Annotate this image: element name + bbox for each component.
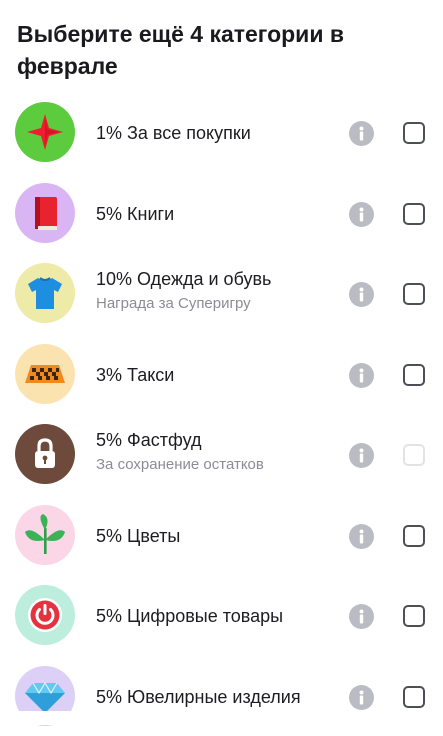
info-icon[interactable] — [349, 202, 374, 227]
info-icon[interactable] — [349, 524, 374, 549]
blue-tshirt-icon — [15, 263, 75, 323]
red-star-icon — [15, 102, 75, 162]
info-icon[interactable] — [349, 121, 374, 146]
category-checkbox[interactable] — [403, 203, 425, 225]
category-checkbox[interactable] — [403, 364, 425, 386]
list-item[interactable]: 5% Фастфуд За сохранение остатков — [0, 414, 443, 495]
category-label: 5% Цифровые товары — [96, 605, 283, 627]
list-item[interactable]: 10% Одежда и обувь Награда за Суперигру — [0, 253, 443, 334]
category-subtitle: За сохранение остатков — [96, 455, 264, 475]
lock-icon — [15, 424, 75, 484]
category-subtitle: Награда за Суперигру — [96, 294, 271, 314]
page-title: Выберите ещё 4 категории в феврале — [17, 18, 397, 82]
category-label: 10% Одежда и обувь — [96, 268, 271, 290]
plant-sprout-icon — [15, 505, 75, 565]
category-checkbox[interactable] — [403, 686, 425, 708]
category-label: 5% Фастфуд — [96, 429, 264, 451]
category-checkbox[interactable] — [403, 605, 425, 627]
bottom-edge — [0, 711, 443, 725]
taxi-sign-icon — [15, 344, 75, 404]
category-label: 5% Книги — [96, 203, 174, 225]
info-icon[interactable] — [349, 685, 374, 710]
category-checkbox[interactable] — [403, 444, 425, 466]
category-list: 1% За все покупки 5% Книги — [0, 92, 443, 736]
category-label: 5% Ювелирные изделия — [96, 686, 301, 708]
info-icon[interactable] — [349, 363, 374, 388]
category-checkbox[interactable] — [403, 122, 425, 144]
info-icon[interactable] — [349, 604, 374, 629]
list-item[interactable]: 3% Такси — [0, 334, 443, 415]
info-icon[interactable] — [349, 443, 374, 468]
category-label: 1% За все покупки — [96, 122, 251, 144]
list-item[interactable]: 5% Книги — [0, 173, 443, 254]
power-button-icon — [15, 585, 75, 645]
red-book-icon — [15, 183, 75, 243]
list-item[interactable]: 1% За все покупки — [0, 92, 443, 173]
list-item[interactable]: 5% Цветы — [0, 495, 443, 576]
list-item[interactable]: 5% Цифровые товары — [0, 575, 443, 656]
category-label: 3% Такси — [96, 364, 174, 386]
category-label: 5% Цветы — [96, 525, 180, 547]
category-checkbox[interactable] — [403, 525, 425, 547]
info-icon[interactable] — [349, 282, 374, 307]
category-checkbox[interactable] — [403, 283, 425, 305]
